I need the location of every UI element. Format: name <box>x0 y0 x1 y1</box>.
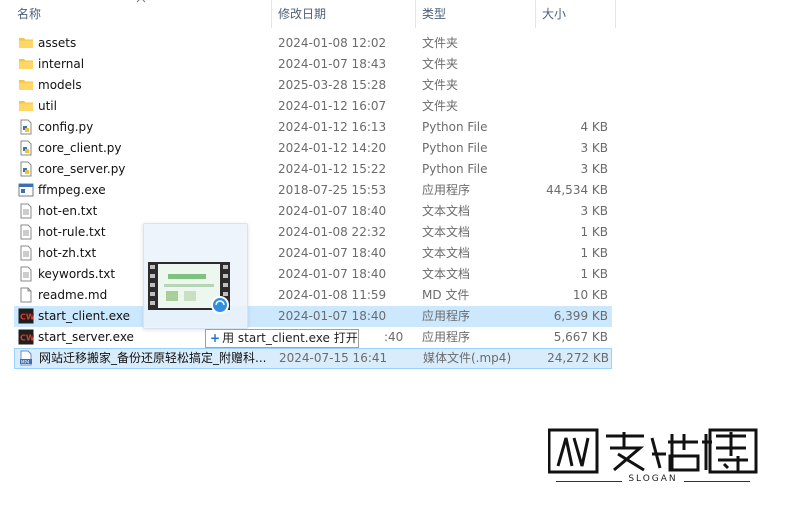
file-date: 2024-01-08 12:02 <box>278 36 387 50</box>
file-size: 3 KB <box>580 204 608 218</box>
file-name: util <box>38 99 57 113</box>
file-date: :40 <box>384 330 404 344</box>
file-name: models <box>38 78 82 92</box>
text-file-icon <box>20 245 32 261</box>
drag-preview <box>143 223 248 329</box>
file-row-readme-md[interactable]: readme.md 2024-01-08 11:59 MD 文件 10 KB <box>14 285 612 306</box>
python-file-icon <box>20 119 32 135</box>
file-row-hot-en-txt[interactable]: hot-en.txt 2024-01-07 18:40 文本文档 3 KB <box>14 201 612 222</box>
svg-text:MP4: MP4 <box>21 359 30 364</box>
file-row-keywords-txt[interactable]: keywords.txt 2024-01-07 18:40 文本文档 1 KB <box>14 264 612 285</box>
sort-ascending-icon <box>136 0 146 3</box>
file-size: 10 KB <box>572 288 608 302</box>
plus-icon: + <box>210 331 221 345</box>
text-file-icon <box>20 266 32 282</box>
folder-icon <box>19 101 33 111</box>
file-row-util[interactable]: util 2024-01-12 16:07 文件夹 <box>14 96 612 117</box>
logo-slogan: SLOGAN <box>628 474 678 484</box>
file-date: 2024-01-07 18:40 <box>278 246 387 260</box>
svg-text:CW: CW <box>20 313 34 322</box>
file-date: 2024-01-12 14:20 <box>278 141 387 155</box>
column-divider[interactable] <box>535 0 536 28</box>
column-name-header[interactable]: 名称 <box>17 0 41 28</box>
file-size <box>514 33 608 54</box>
text-file-icon <box>20 224 32 240</box>
column-header: 名称 修改日期 类型 大小 <box>0 0 616 28</box>
file-row-hot-zh-txt[interactable]: hot-zh.txt 2024-01-07 18:40 文本文档 1 KB <box>14 243 612 264</box>
cw-app-icon: CW <box>18 308 34 324</box>
file-name: assets <box>38 36 77 50</box>
file-size: 4 KB <box>580 120 608 134</box>
file-row-assets[interactable]: assets 2024-01-08 12:02 文件夹 <box>14 33 612 54</box>
file-date: 2018-07-25 15:53 <box>278 183 387 197</box>
cw-app-icon: CW <box>18 329 34 345</box>
file-row-hot-rule-txt[interactable]: hot-rule.txt 2024-01-08 22:32 文本文档 1 KB <box>14 222 612 243</box>
file-size: 1 KB <box>580 246 608 260</box>
video-thumbnail-icon <box>148 262 230 314</box>
file-date: 2024-01-12 15:22 <box>278 162 387 176</box>
file-size <box>514 96 608 117</box>
file-date: 2024-07-15 16:41 <box>279 351 388 365</box>
folder-icon <box>19 80 33 90</box>
column-divider[interactable] <box>615 0 616 28</box>
file-size: 5,667 KB <box>553 330 608 344</box>
file-date: 2024-01-08 11:59 <box>278 288 387 302</box>
file-date: 2024-01-12 16:13 <box>278 120 387 134</box>
file-size: 24,272 KB <box>547 351 609 365</box>
file-date: 2024-01-07 18:40 <box>278 309 387 323</box>
file-row-mp4-video[interactable]: MP4 网站迁移搬家_备份还原轻松搞定_附赠科... 2024-07-15 16… <box>14 348 612 369</box>
mp4-file-icon: MP4 <box>20 350 32 366</box>
column-divider[interactable] <box>415 0 416 28</box>
drop-action-tooltip: + 用 start_client.exe 打开 <box>205 329 359 348</box>
column-divider[interactable] <box>271 0 272 28</box>
file-size: 1 KB <box>580 225 608 239</box>
file-name: hot-en.txt <box>38 204 98 218</box>
python-file-icon <box>20 161 32 177</box>
file-size <box>514 54 608 75</box>
column-type-header[interactable]: 类型 <box>422 0 446 28</box>
file-name: config.py <box>38 120 94 134</box>
python-file-icon <box>20 140 32 156</box>
file-row-internal[interactable]: internal 2024-01-07 18:43 文件夹 <box>14 54 612 75</box>
file-size: 6,399 KB <box>553 309 608 323</box>
file-name: core_client.py <box>38 141 122 155</box>
file-row-start-client-exe[interactable]: CW start_client.exe 2024-01-07 18:40 应用程… <box>14 306 612 327</box>
folder-icon <box>19 38 33 48</box>
file-size: 44,534 KB <box>546 183 608 197</box>
file-row-core-client-py[interactable]: core_client.py 2024-01-12 14:20 Python F… <box>14 138 612 159</box>
folder-icon <box>19 59 33 69</box>
tooltip-text: 用 start_client.exe 打开 <box>222 331 358 345</box>
md-file-icon <box>20 287 32 303</box>
file-size: 3 KB <box>580 162 608 176</box>
svg-text:CW: CW <box>20 334 34 343</box>
column-size-header[interactable]: 大小 <box>542 0 566 28</box>
file-date: 2024-01-07 18:40 <box>278 204 387 218</box>
file-date: 2024-01-07 18:40 <box>278 267 387 281</box>
file-name: core_server.py <box>38 162 126 176</box>
exe-icon <box>18 183 34 197</box>
file-name: internal <box>38 57 85 71</box>
file-date: 2024-01-12 16:07 <box>278 99 387 113</box>
file-name: 网站迁移搬家_备份还原轻松搞定_附赠科... <box>39 351 267 365</box>
file-name: ffmpeg.exe <box>38 183 106 197</box>
file-row-ffmpeg-exe[interactable]: ffmpeg.exe 2018-07-25 15:53 应用程序 44,534 … <box>14 180 612 201</box>
file-size: 1 KB <box>580 267 608 281</box>
file-date: 2024-01-08 22:32 <box>278 225 387 239</box>
file-date: 2024-01-07 18:43 <box>278 57 387 71</box>
file-row-models[interactable]: models 2025-03-28 15:28 文件夹 <box>14 75 612 96</box>
file-row-config-py[interactable]: config.py 2024-01-12 16:13 Python File 4… <box>14 117 612 138</box>
file-size: 3 KB <box>580 141 608 155</box>
file-size <box>514 75 608 96</box>
text-file-icon <box>20 203 32 219</box>
slogan-line-right <box>684 481 750 482</box>
column-date-header[interactable]: 修改日期 <box>278 0 326 28</box>
file-date: 2025-03-28 15:28 <box>278 78 387 92</box>
file-row-core-server-py[interactable]: core_server.py 2024-01-12 15:22 Python F… <box>14 159 612 180</box>
